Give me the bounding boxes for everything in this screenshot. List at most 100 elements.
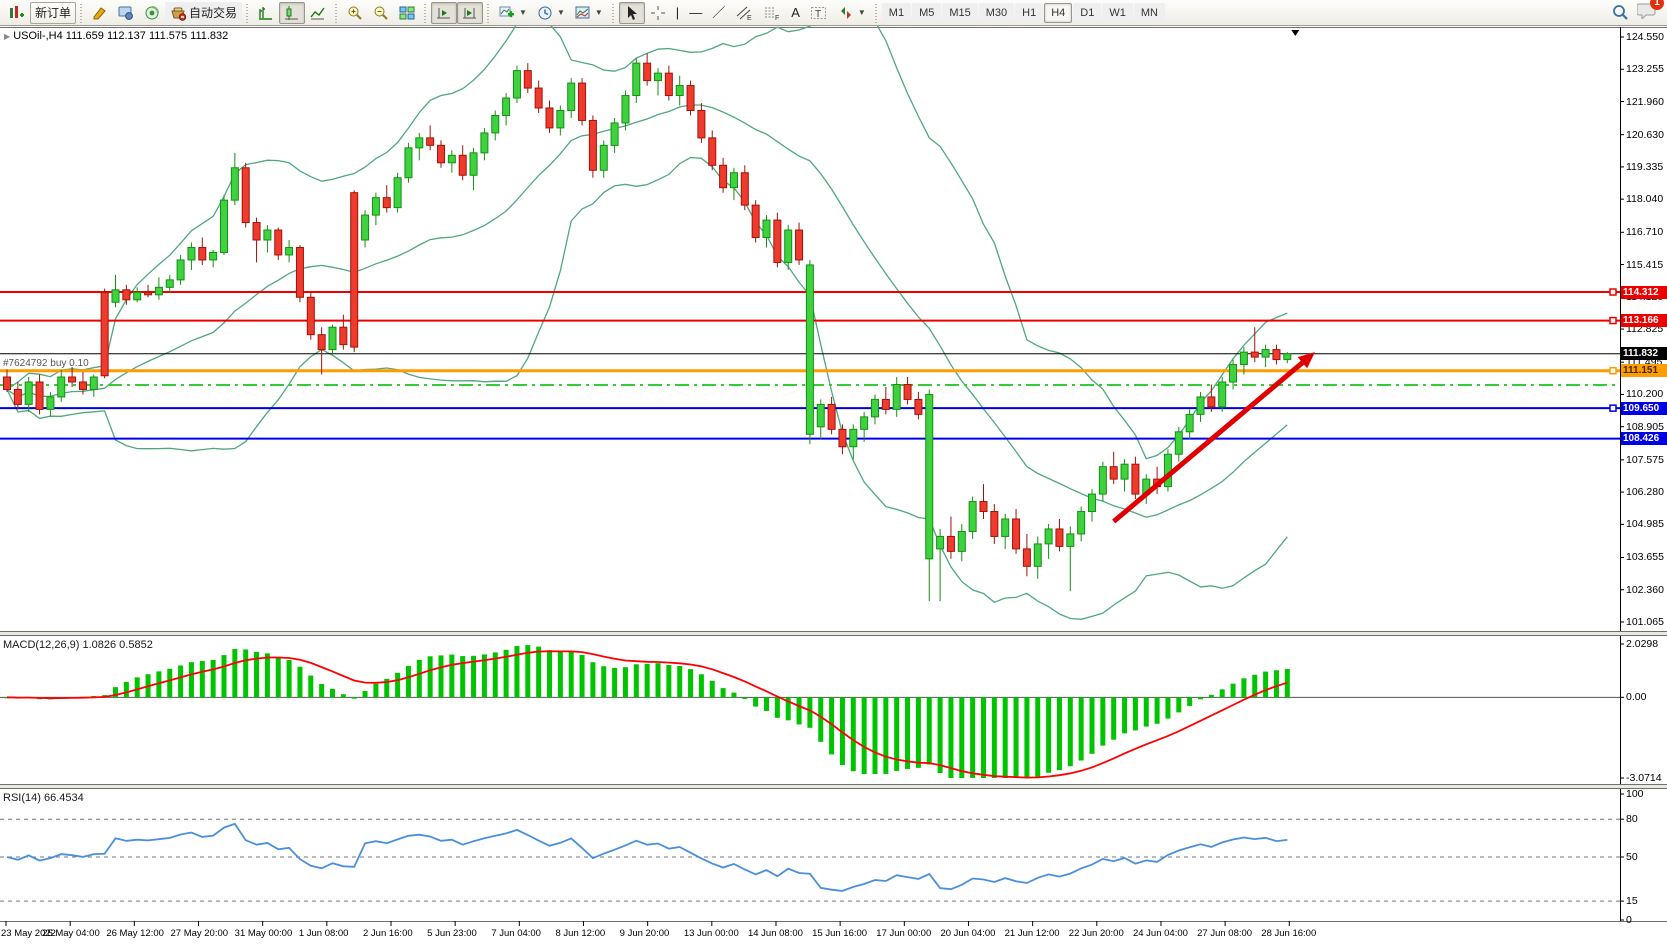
macd-axis-label: -3.0714 [1626,772,1662,784]
tile-windows-button[interactable] [394,2,420,24]
time-axis-label: 13 Jun 00:00 [684,928,739,939]
autotrading-button[interactable]: 自动交易 [165,2,242,24]
time-axis-label: 22 Jun 20:00 [1069,928,1124,939]
text-tool-button[interactable]: A [786,2,805,24]
price-axis-label: 124.550 [1626,31,1664,43]
search-icon[interactable] [1612,4,1629,21]
cursor-icon [624,5,640,21]
timeframe-m5[interactable]: M5 [912,3,941,23]
bar-chart-mode-button[interactable] [253,2,279,24]
timeframe-mn[interactable]: MN [1134,3,1165,23]
time-axis-label: 5 Jun 23:00 [427,928,477,939]
timeframe-m1[interactable]: M1 [882,3,911,23]
price-axis-label: 107.575 [1626,454,1664,466]
strategy-tester-icon [144,5,160,21]
macd-panel-splitter[interactable] [0,631,1667,636]
chart-shift-button[interactable] [457,2,483,24]
trendline-tool-button[interactable]: ／ [707,2,730,24]
chart-canvas[interactable] [0,0,1667,944]
time-axis-label: 1 Jun 08:00 [299,928,349,939]
macd-axis-label: 0.00 [1626,691,1646,703]
auto-scroll-button[interactable] [431,2,457,24]
crosshair-icon [650,5,666,21]
channel-tool-button[interactable]: E [730,2,758,24]
vertical-line-tool-button[interactable]: | [671,2,684,24]
price-axis-label: 115.415 [1626,259,1663,271]
price-axis-label: 119.335 [1626,161,1663,173]
channel-badge: E [747,15,752,21]
one-click-trading-arrow[interactable]: ▶ [4,32,10,41]
strategy-tester-button[interactable] [139,2,165,24]
price-axis-label: 101.065 [1626,616,1664,628]
dropdown-caret: ▼ [595,8,603,17]
timeframe-h4[interactable]: H4 [1044,3,1072,23]
time-axis-label: 28 Jun 16:00 [1261,928,1316,939]
rsi-axis-label: 15 [1626,895,1638,907]
candle-chart-mode-button[interactable] [279,2,305,24]
symbol-ohlc-text: USOil-,H4 111.659 112.137 111.575 111.83… [13,30,228,42]
time-axis-label: 20 Jun 04:00 [940,928,995,939]
terminal-button[interactable] [113,2,139,24]
chart-plus-icon [9,5,25,21]
price-level-chip[interactable]: 111.151 [1621,364,1667,377]
rsi-axis-label: 50 [1626,851,1638,863]
fibonacci-tool-button[interactable]: F [758,2,786,24]
price-level-chip[interactable]: 111.832 [1621,347,1667,360]
price-level-chip[interactable]: 108.426 [1621,432,1667,445]
time-axis-label: 24 Jun 04:00 [1133,928,1188,939]
toolbar-separator [873,2,880,24]
timeframe-d1[interactable]: D1 [1073,3,1101,23]
time-axis-label: 25 May 04:00 [42,928,100,939]
rsi-panel-splitter[interactable] [0,784,1667,789]
price-level-chip[interactable]: 114.312 [1621,286,1667,299]
notifications-button[interactable]: 1 [1637,2,1657,24]
timeframe-w1[interactable]: W1 [1102,3,1133,23]
toolbar-separator [244,2,251,24]
line-chart-mode-button[interactable] [305,2,331,24]
text-label-tool-button[interactable]: T [805,2,833,24]
indicators-button[interactable]: ▼ [494,2,532,24]
arrows-tool-button[interactable]: ▼ [833,2,871,24]
price-axis-label: 118.040 [1626,193,1663,205]
rsi-axis-label: 100 [1626,788,1644,800]
one-click-chart-icon[interactable] [4,2,30,24]
dropdown-caret: ▼ [519,8,527,17]
price-axis-label: 116.710 [1626,226,1663,238]
zoom-in-button[interactable] [342,2,368,24]
toolbar-separator [78,2,85,24]
time-axis-label: 26 May 12:00 [106,928,164,939]
order-line-label: #7624792 buy 0.10 [3,358,89,369]
zoom-out-button[interactable] [368,2,394,24]
zoom-in-icon [347,5,363,21]
horizontal-line-icon: — [689,6,702,19]
trendline-icon: ／ [712,6,725,19]
autotrading-label: 自动交易 [189,4,237,21]
timeframe-m30[interactable]: M30 [979,3,1014,23]
timeframe-h1[interactable]: H1 [1015,3,1043,23]
candlestick-icon [284,5,300,21]
metaeditor-button[interactable] [87,2,113,24]
clock-icon [537,5,553,21]
cursor-tool-button[interactable] [619,2,645,24]
macd-indicator-label: MACD(12,26,9) 1.0826 0.5852 [3,639,153,651]
time-axis-label: 14 Jun 08:00 [748,928,803,939]
zoom-out-icon [373,5,389,21]
metaeditor-icon [92,5,108,21]
crosshair-tool-button[interactable] [645,2,671,24]
toolbar-separator [333,2,340,24]
toolbar-separator [485,2,492,24]
periods-button[interactable]: ▼ [532,2,570,24]
macd-axis-label: 2.0298 [1626,638,1658,650]
text-label-icon: T [810,5,828,21]
toolbar-separator [610,2,617,24]
horizontal-line-tool-button[interactable]: — [684,2,707,24]
new-order-button[interactable]: 新订单 [30,2,76,24]
auto-scroll-icon [436,5,452,21]
equidistant-channel-icon: E [735,5,753,21]
timeframe-m15[interactable]: M15 [942,3,977,23]
price-axis-label: 123.255 [1626,63,1664,75]
price-level-chip[interactable]: 113.166 [1621,314,1667,327]
template-chart-icon [575,5,591,21]
price-level-chip[interactable]: 109.650 [1621,402,1667,415]
templates-button[interactable]: ▼ [570,2,608,24]
